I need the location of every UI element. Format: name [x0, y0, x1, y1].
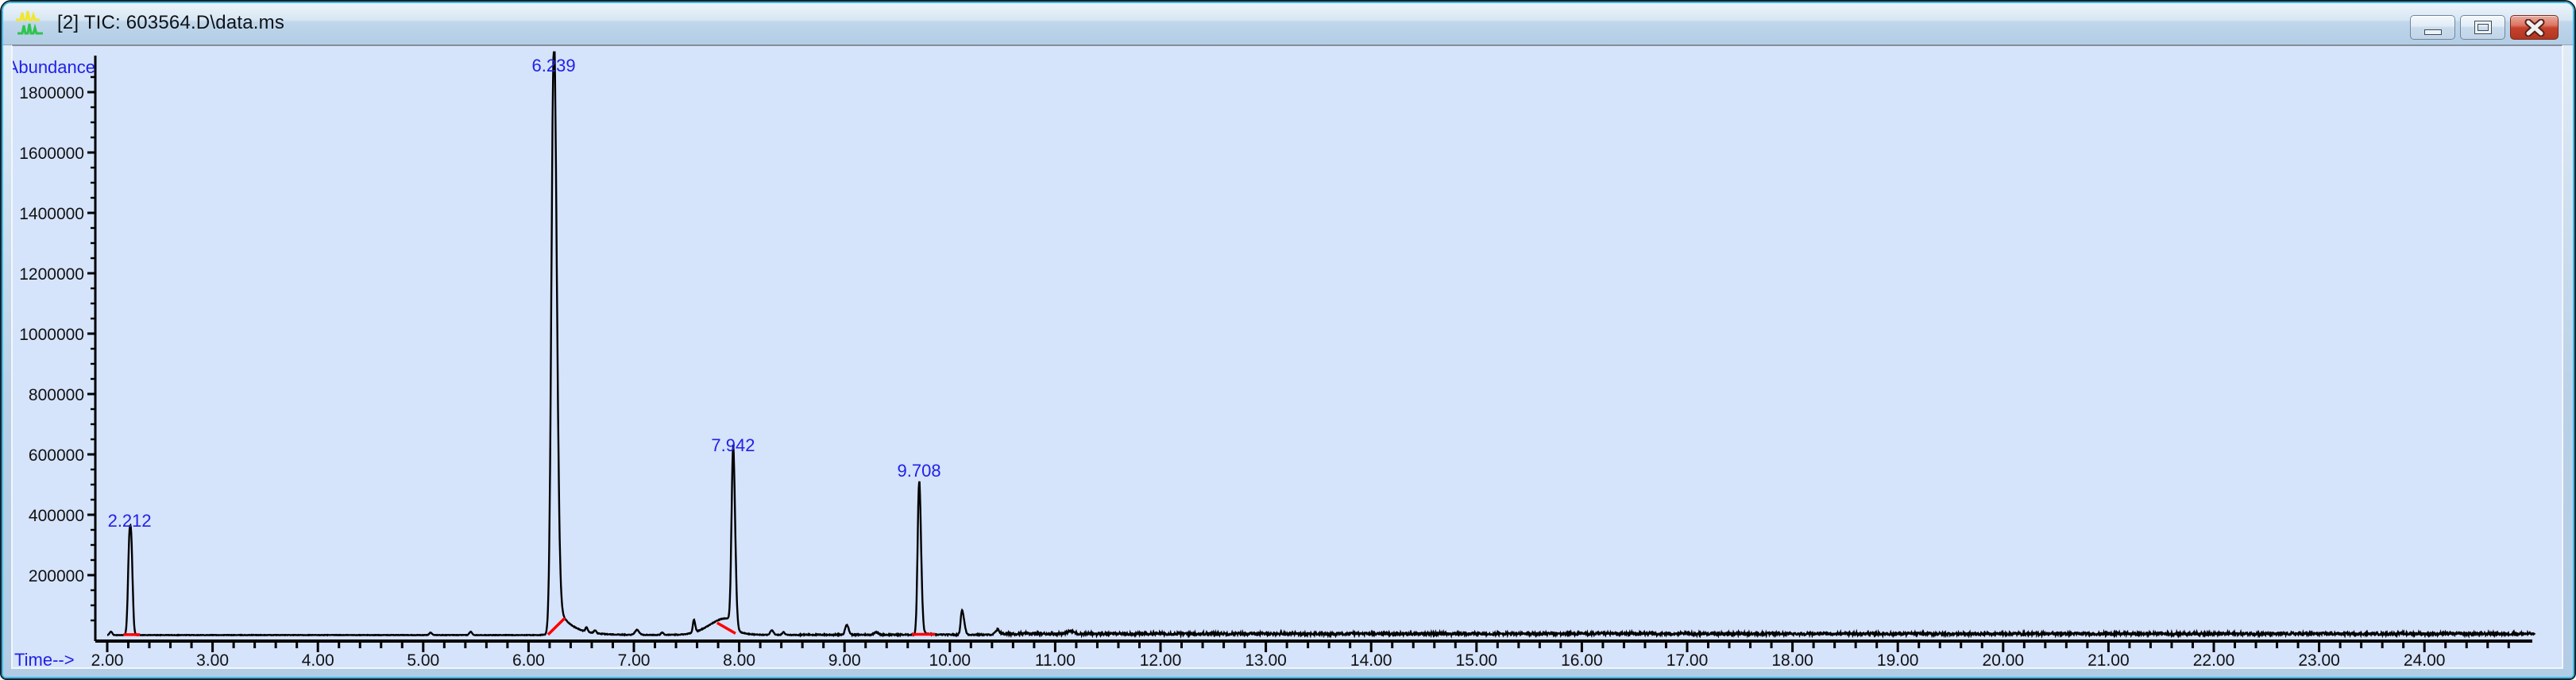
window-controls: [2410, 15, 2559, 40]
peak-label: 9.708: [898, 461, 941, 481]
y-tick-label: 1800000: [19, 84, 84, 102]
titlebar[interactable]: [2] TIC: 603564.D\data.ms: [2, 2, 2574, 45]
chromatogram-chart[interactable]: 2.00 3.00 4.00 5.00 6.00 7.00 8.00 9.00 10.00 11.…: [13, 46, 2565, 670]
peak-labels: 2.212 6.239 7.942 9.708: [108, 56, 941, 531]
x-tick-label: 2.00: [91, 651, 124, 670]
minimize-button[interactable]: [2410, 15, 2455, 40]
y-tick-label: 800000: [29, 386, 84, 404]
peak-label: 2.212: [108, 511, 152, 531]
x-tick-label: 13.00: [1245, 651, 1287, 670]
x-tick-label: 8.00: [723, 651, 755, 670]
tic-trace: [106, 51, 2536, 639]
y-tick-label: 1600000: [19, 145, 84, 163]
x-tick-label: 21.00: [2087, 651, 2130, 670]
y-tick-label: 1000000: [19, 326, 84, 344]
y-tick-label: 1200000: [19, 265, 84, 284]
x-tick-label: 12.00: [1140, 651, 1182, 670]
restore-icon: [2474, 21, 2491, 33]
close-icon: [2524, 18, 2544, 37]
minimize-icon: [2423, 29, 2442, 35]
y-tick-label: 600000: [29, 446, 84, 465]
x-axis: 2.00 3.00 4.00 5.00 6.00 7.00 8.00 9.00 10.00 11.…: [91, 639, 2532, 670]
x-axis-title: Time-->: [14, 650, 75, 670]
integration-marks: [123, 616, 936, 636]
restore-button[interactable]: [2460, 15, 2505, 40]
x-tick-label: 18.00: [1771, 651, 1813, 670]
y-tick-label: 1400000: [19, 205, 84, 223]
x-tick-label: 15.00: [1456, 651, 1498, 670]
x-tick-label: 9.00: [828, 651, 861, 670]
x-tick-label: 3.00: [196, 651, 229, 670]
close-button[interactable]: [2510, 15, 2559, 40]
y-axis-title: Abundance: [13, 57, 95, 77]
x-tick-label: 11.00: [1035, 651, 1076, 670]
y-axis: 200000 400000 600000 800000 1000000 1200000 14…: [19, 56, 97, 641]
y-tick-label: 400000: [29, 507, 84, 525]
peak-label: 7.942: [711, 435, 755, 455]
x-tick-label: 5.00: [407, 651, 439, 670]
x-tick-label: 14.00: [1350, 651, 1392, 670]
window-title: [2] TIC: 603564.D\data.ms: [57, 12, 285, 33]
x-tick-label: 17.00: [1666, 651, 1709, 670]
x-tick-label: 22.00: [2193, 651, 2235, 670]
chart-client-area: 2.00 3.00 4.00 5.00 6.00 7.00 8.00 9.00 10.00 11.…: [11, 44, 2565, 670]
x-tick-label: 6.00: [512, 651, 545, 670]
x-tick-label: 20.00: [1983, 651, 2025, 670]
x-tick-label: 7.00: [618, 651, 651, 670]
x-tick-label: 23.00: [2298, 651, 2340, 670]
x-tick-label: 10.00: [929, 651, 971, 670]
chromatogram-icon: [14, 8, 46, 38]
x-tick-label: 24.00: [2404, 651, 2446, 670]
peak-label: 6.239: [532, 56, 576, 75]
x-tick-label: 19.00: [1877, 651, 1919, 670]
x-tick-label: 16.00: [1561, 651, 1603, 670]
y-tick-label: 200000: [29, 567, 84, 585]
x-tick-label: 4.00: [302, 651, 334, 670]
tic-window: [2] TIC: 603564.D\data.ms 2.00 3.00 4.00 5.…: [0, 0, 2576, 680]
